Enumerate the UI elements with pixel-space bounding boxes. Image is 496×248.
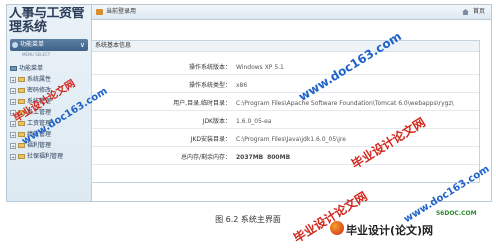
logo-icon — [330, 221, 344, 235]
info-key: 用户,目录,临时目录： — [173, 100, 231, 107]
info-key: JDK版本： — [202, 118, 231, 125]
expand-icon[interactable]: + — [10, 153, 16, 161]
tree-item-social-welfare[interactable]: + 社保福利管理 — [10, 151, 90, 162]
expand-icon[interactable]: + — [10, 131, 16, 139]
tree-item-label: 系统属性 — [27, 76, 52, 83]
info-value: 1.6.0_05-ea — [236, 118, 272, 125]
info-row-jdk-dir: JKD安装目录： C:\Program Files\Java\jdk1.6.0_… — [92, 133, 479, 147]
memory-values: 2037MB 800MB — [236, 151, 290, 164]
folder-icon — [18, 77, 25, 82]
folder-icon — [18, 88, 25, 93]
info-value: Windows XP 5.1 — [236, 64, 284, 71]
info-key: 操作系统类型： — [188, 82, 231, 89]
menu-sub-label: MENU SELECT — [22, 52, 51, 57]
system-info-panel: 系统基本信息 操作系统版本： Windows XP 5.1 操作系统类型： x8… — [91, 40, 480, 183]
tree-item-label: 社保福利管理 — [27, 153, 64, 160]
panel-title: 系统基本信息 — [92, 41, 479, 52]
info-key: JKD安装目录： — [190, 136, 231, 143]
menu-header[interactable]: 功能菜单 ∨ — [10, 39, 88, 51]
memory-free: 800MB — [267, 154, 291, 161]
expand-icon[interactable]: + — [10, 76, 16, 84]
tree-item-system-props[interactable]: + 系统属性 — [10, 74, 90, 85]
footer-logo: 毕业设计(论文)网 — [346, 224, 434, 237]
current-user-label: 当前登录用 — [106, 8, 137, 15]
info-value: x86 — [236, 82, 248, 89]
expand-icon[interactable]: + — [10, 142, 16, 150]
info-row-user-dir: 用户,目录,临时目录： C:\Program Files\Apache Soft… — [92, 97, 479, 111]
info-row-memory: 总内存/剩余内存： 2037MB 800MB — [92, 151, 479, 165]
expand-icon[interactable]: + — [10, 87, 16, 95]
tree-item-label: 功能菜单 — [19, 65, 44, 72]
info-value: C:\Program Files\Java\jdk1.6.0_05\jre — [236, 136, 346, 143]
info-value: C:\Program Files\Apache Software Foundat… — [236, 100, 454, 107]
memory-total: 2037MB — [236, 154, 264, 161]
expand-icon[interactable]: + — [10, 98, 16, 106]
folder-icon — [10, 66, 17, 71]
info-row-os-type: 操作系统类型： x86 — [92, 79, 479, 93]
folder-icon — [18, 154, 25, 159]
gear-icon — [12, 42, 18, 48]
home-icon[interactable] — [462, 9, 469, 15]
app-title: 人事与工资管理系统 — [9, 7, 85, 35]
info-key: 操作系统版本： — [188, 64, 231, 71]
info-row-os-version: 操作系统版本： Windows XP 5.1 — [92, 61, 479, 75]
chevron-down-icon[interactable]: ∨ — [80, 41, 85, 49]
info-key: 总内存/剩余内存： — [180, 154, 231, 161]
location-icon — [96, 9, 103, 15]
footer-site: 56DOC.COM — [436, 210, 477, 217]
top-bar: 当前登录用 首页 — [92, 5, 491, 20]
tree-item-root[interactable]: 功能菜单 — [10, 63, 90, 74]
menu-header-label: 功能菜单 — [20, 41, 45, 48]
home-link[interactable]: 首页 — [473, 5, 485, 19]
